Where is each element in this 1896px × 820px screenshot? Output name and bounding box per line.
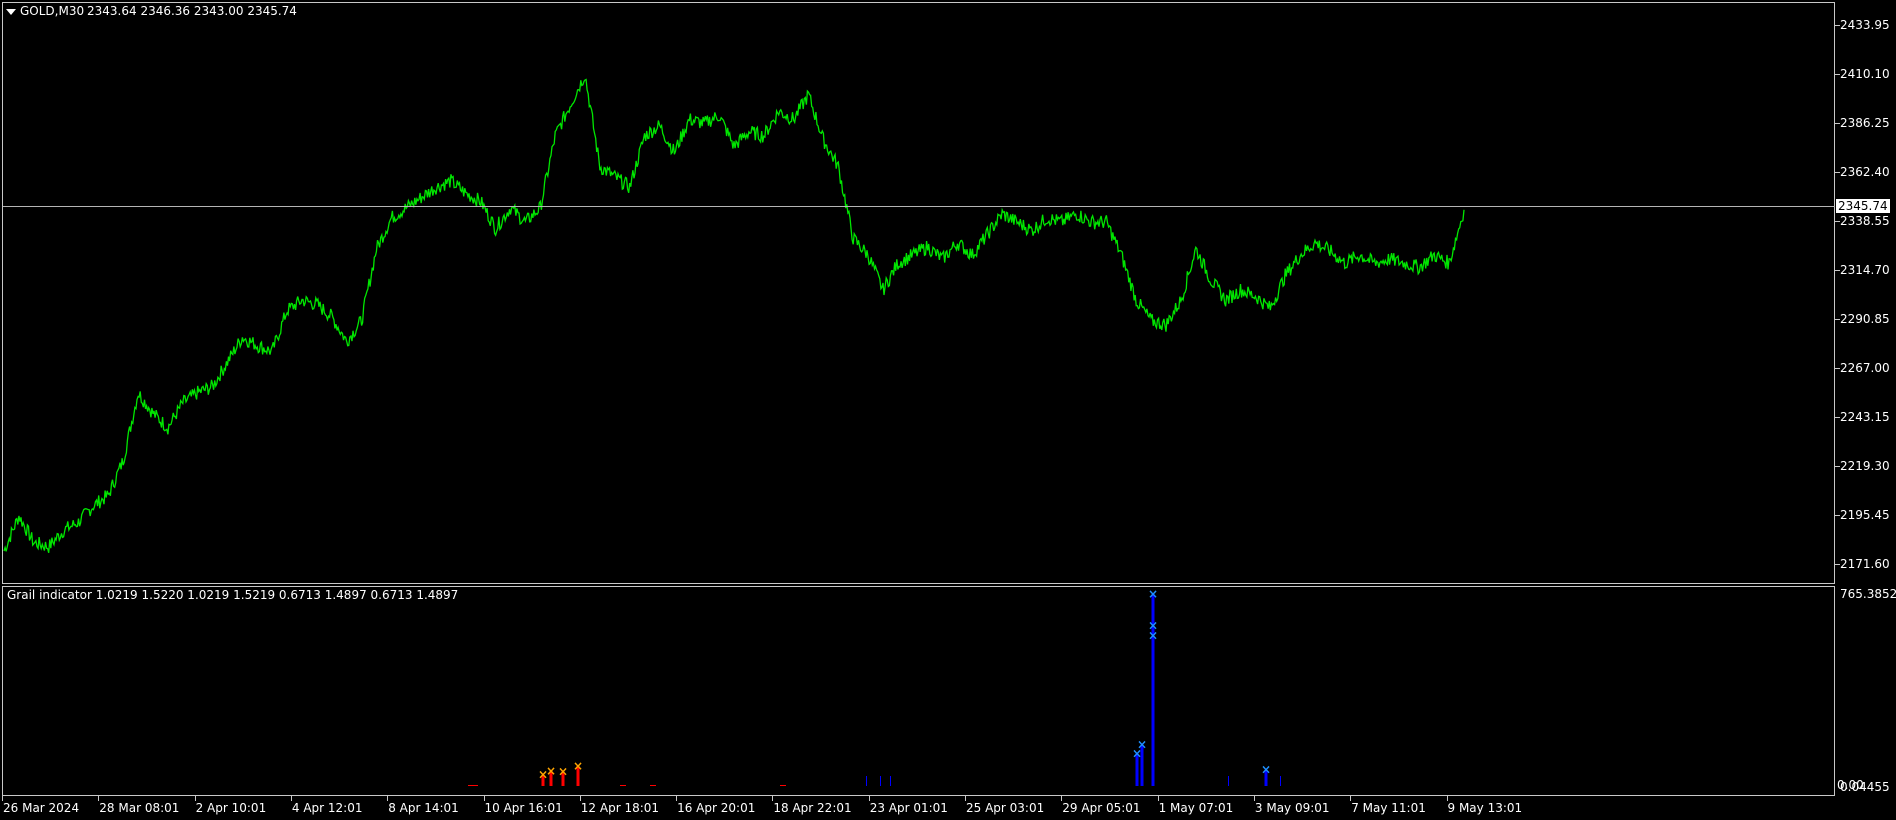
sell-signal-marker-icon: × [546, 764, 556, 778]
time-axis-label: 1 May 07:01 [1158, 801, 1234, 815]
buy-signal-marker-icon: × [1261, 763, 1271, 777]
time-axis-label: 18 Apr 22:01 [773, 801, 852, 815]
buy-signal-small-bar [1280, 776, 1281, 786]
time-axis-label: 2 Apr 10:01 [195, 801, 267, 815]
buy-signal-small-bar [890, 776, 891, 786]
sell-signal-small-bar [620, 785, 626, 786]
time-axis-label: 9 May 13:01 [1447, 801, 1523, 815]
time-axis-label: 8 Apr 14:01 [388, 801, 459, 815]
sell-signal-small-bar [650, 785, 656, 786]
sell-signal-marker-icon: × [558, 764, 568, 778]
time-axis-label: 25 Apr 03:01 [966, 801, 1045, 815]
time-axis-label: 23 Apr 01:01 [869, 801, 948, 815]
time-axis-label: 28 Mar 08:01 [99, 801, 180, 815]
time-axis-label: 26 Mar 2024 [3, 801, 80, 815]
time-axis-label: 3 May 09:01 [1254, 801, 1330, 815]
time-axis-label: 4 Apr 12:01 [291, 801, 363, 815]
time-axis-label: 29 Apr 05:01 [1062, 801, 1141, 815]
buy-signal-marker-icon: × [1148, 587, 1158, 601]
buy-signal-small-bar [880, 776, 881, 786]
buy-signal-small-bar [1228, 776, 1229, 786]
sell-signal-small-bar [780, 785, 786, 786]
sell-signal-small-bar [472, 785, 478, 786]
time-axis-label: 10 Apr 16:01 [484, 801, 563, 815]
time-axis-label: 12 Apr 18:01 [580, 801, 660, 815]
buy-signal-marker-icon: × [1148, 618, 1158, 632]
buy-signal-small-bar [866, 776, 867, 786]
indicator-histogram: ×× × ××××××× [468, 587, 1281, 786]
time-axis-label: 7 May 11:01 [1351, 801, 1426, 815]
sell-signal-marker-icon: × [573, 759, 583, 773]
buy-signal-marker-icon: × [1137, 738, 1147, 752]
time-axis-label: 16 Apr 20:01 [677, 801, 756, 815]
